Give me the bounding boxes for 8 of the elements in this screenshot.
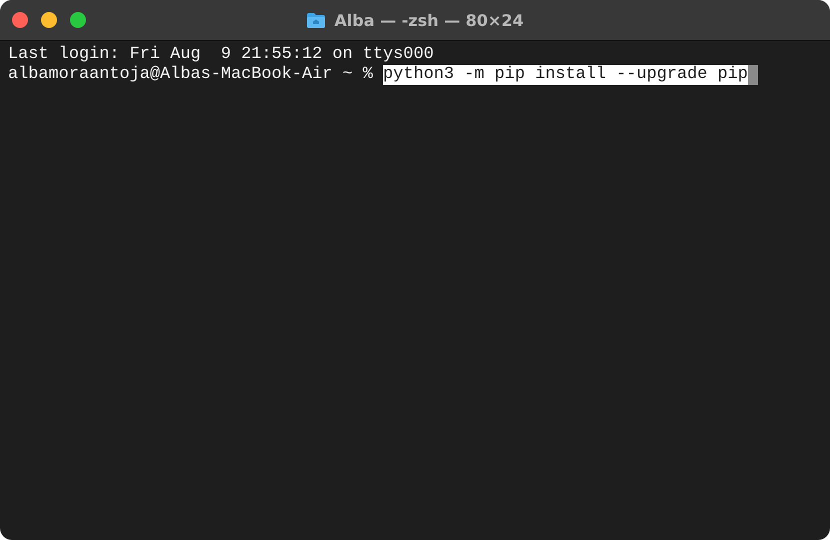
- zoom-button[interactable]: [70, 12, 86, 28]
- terminal-text: albamoraantoja@Albas-MacBook-Air ~ %: [8, 65, 374, 85]
- minimize-button[interactable]: [41, 12, 57, 28]
- terminal-text: Last login: Fri Aug 9 21:55:12 on ttys000: [8, 45, 434, 65]
- selected-text: python3 -m pip install --upgrade pip: [383, 65, 748, 85]
- folder-icon: [306, 12, 326, 28]
- close-button[interactable]: [12, 12, 28, 28]
- window-title: Alba — -zsh — 80×24: [334, 10, 524, 30]
